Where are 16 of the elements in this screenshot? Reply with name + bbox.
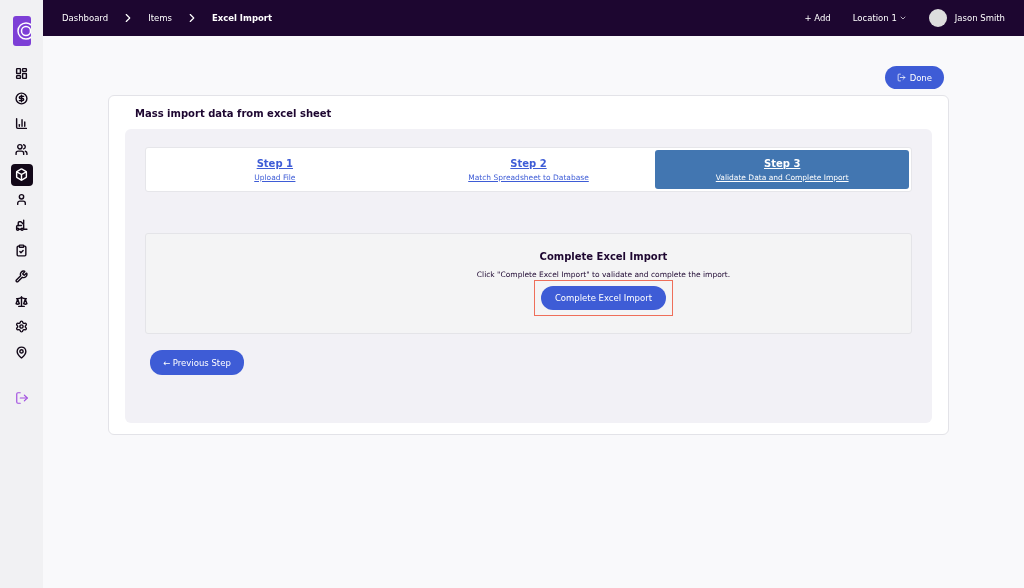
breadcrumb-link[interactable]: Dashboard (62, 13, 109, 23)
section-heading: Complete Excel Import (539, 251, 668, 262)
breadcrumb-link[interactable]: Excel Import (211, 13, 273, 23)
exit-icon (896, 73, 906, 82)
card-title: Mass import data from excel sheet (135, 108, 333, 119)
previous-step-button[interactable]: ← Previous Step (150, 350, 244, 375)
location-dropdown[interactable]: Location 1 (852, 13, 907, 23)
box-icon[interactable] (10, 163, 33, 186)
user-name[interactable]: Jason Smith (954, 13, 1005, 23)
complete-import-button[interactable]: Complete Excel Import (540, 286, 667, 310)
logo-icon (12, 16, 31, 46)
add-link[interactable]: + Add (804, 13, 831, 23)
avatar-icon[interactable] (928, 9, 947, 27)
breadcrumb-link[interactable]: Items (148, 13, 172, 23)
done-button[interactable]: Done (884, 66, 944, 89)
chevron-down-icon (898, 14, 907, 22)
